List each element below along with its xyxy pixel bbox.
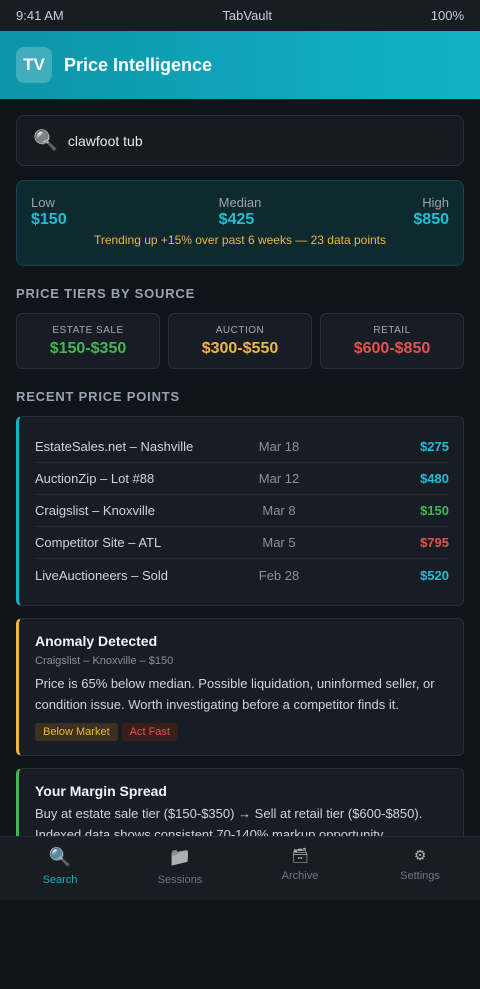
point-source: LiveAuctioneers – Sold <box>35 567 168 583</box>
margin-card[interactable]: Your Margin Spread Buy at estate sale ti… <box>16 768 464 836</box>
point-price: $480 <box>420 471 449 486</box>
stat-low-value: $150 <box>31 211 67 228</box>
act-fast-badge: Act Fast <box>121 723 178 741</box>
price-point-row[interactable]: LiveAuctioneers – Sold Feb 28 $520 <box>35 559 449 591</box>
tiers-section-title: PRICE TIERS BY SOURCE <box>16 286 196 301</box>
page-title: Price Intelligence <box>64 54 213 75</box>
below-market-badge: Below Market <box>35 723 118 741</box>
search-input[interactable] <box>67 132 447 149</box>
tiers-row: ESTATE SALE $150-$350 AUCTION $300-$550 … <box>16 313 464 369</box>
anomaly-tags: Below Market Act Fast <box>35 723 447 741</box>
price-point-row[interactable]: Competitor Site – ATL Mar 5 $795 <box>35 527 449 559</box>
app-header: TV Price Intelligence <box>0 31 480 99</box>
point-date: Feb 28 <box>258 567 300 583</box>
point-date: Mar 18 <box>258 439 300 454</box>
point-source: EstateSales.net – Nashville <box>35 439 194 454</box>
tab-settings[interactable]: ⚙ Settings <box>360 837 480 900</box>
search-box[interactable]: 🔍 <box>16 115 464 166</box>
point-date: Mar 5 <box>262 535 296 550</box>
price-point-row[interactable]: EstateSales.net – Nashville Mar 18 $275 <box>35 431 449 463</box>
stat-high-label: High <box>422 195 449 210</box>
tier-auction[interactable]: AUCTION $300-$550 <box>168 313 312 369</box>
tier-label: AUCTION <box>215 324 265 336</box>
stat-low-label: Low <box>31 195 55 210</box>
stat-low: Low $150 <box>31 195 67 229</box>
price-points-list: EstateSales.net – Nashville Mar 18 $275 … <box>16 416 464 606</box>
gear-icon: ⚙ <box>413 847 427 863</box>
tab-label: Archive <box>281 870 319 882</box>
point-price: $795 <box>420 535 449 550</box>
point-source: Craigslist – Knoxville <box>35 503 155 518</box>
margin-body: Buy at estate sale tier ($150-$350) → Se… <box>35 806 423 836</box>
tier-value: $300-$550 <box>201 339 279 357</box>
tab-label: Sessions <box>157 874 203 886</box>
search-icon: 🔍 <box>33 130 58 152</box>
status-time: 9:41 AM <box>16 8 64 23</box>
status-title: TabVault <box>222 8 273 23</box>
status-battery: 100% <box>430 8 464 23</box>
magnifier-icon: 🔍 <box>48 847 72 867</box>
anomaly-subtitle: Craigslist – Knoxville – $150 <box>35 655 174 667</box>
stat-median-label: Median <box>218 195 262 210</box>
bottom-tab-bar: 🔍 Search 📁 Sessions 🗃 Archive ⚙ Settings <box>0 836 480 900</box>
stat-high: High $850 <box>413 195 449 229</box>
folder-icon: 📁 <box>168 847 192 867</box>
main-content[interactable]: 🔍 Low $150 Median $425 High $850 Trendin… <box>0 99 480 836</box>
anomaly-card[interactable]: Anomaly Detected Craigslist – Knoxville … <box>16 618 464 756</box>
stat-median: Median $425 <box>219 195 262 229</box>
tab-label: Search <box>42 874 78 886</box>
price-point-row[interactable]: Craigslist – Knoxville Mar 8 $150 <box>35 495 449 527</box>
stat-high-value: $850 <box>413 211 449 228</box>
app-logo: TV <box>16 47 52 83</box>
trend-text: Trending up +15% over past 6 weeks — 23 … <box>93 233 387 247</box>
tab-search[interactable]: 🔍 Search <box>0 837 120 900</box>
price-summary-card: Low $150 Median $425 High $850 Trending … <box>16 180 464 266</box>
stat-median-value: $425 <box>218 211 255 228</box>
point-date: Mar 12 <box>258 471 300 486</box>
point-source: Competitor Site – ATL <box>35 535 162 550</box>
tier-label: ESTATE SALE <box>52 324 124 336</box>
point-price: $275 <box>420 439 449 454</box>
point-source: AuctionZip – Lot #88 <box>35 471 155 486</box>
status-bar: 9:41 AM TabVault 100% <box>0 0 480 31</box>
tier-label: RETAIL <box>373 324 411 336</box>
price-point-row[interactable]: AuctionZip – Lot #88 Mar 12 $480 <box>35 463 449 495</box>
tier-retail[interactable]: RETAIL $600-$850 <box>320 313 464 369</box>
point-date: Mar 8 <box>262 503 296 518</box>
tier-estate-sale[interactable]: ESTATE SALE $150-$350 <box>16 313 160 369</box>
margin-title: Your Margin Spread <box>35 783 167 799</box>
tab-label: Settings <box>400 870 440 882</box>
anomaly-body: Price is 65% below median. Possible liqu… <box>35 676 435 712</box>
tab-archive[interactable]: 🗃 Archive <box>240 837 360 900</box>
anomaly-title: Anomaly Detected <box>35 633 158 649</box>
tab-sessions[interactable]: 📁 Sessions <box>120 837 240 900</box>
archive-box-icon: 🗃 <box>291 847 309 863</box>
point-price: $520 <box>420 567 449 583</box>
tier-value: $600-$850 <box>353 339 431 357</box>
tier-value: $150-$350 <box>49 339 127 357</box>
points-section-title: RECENT PRICE POINTS <box>16 389 180 404</box>
point-price: $150 <box>420 503 449 518</box>
